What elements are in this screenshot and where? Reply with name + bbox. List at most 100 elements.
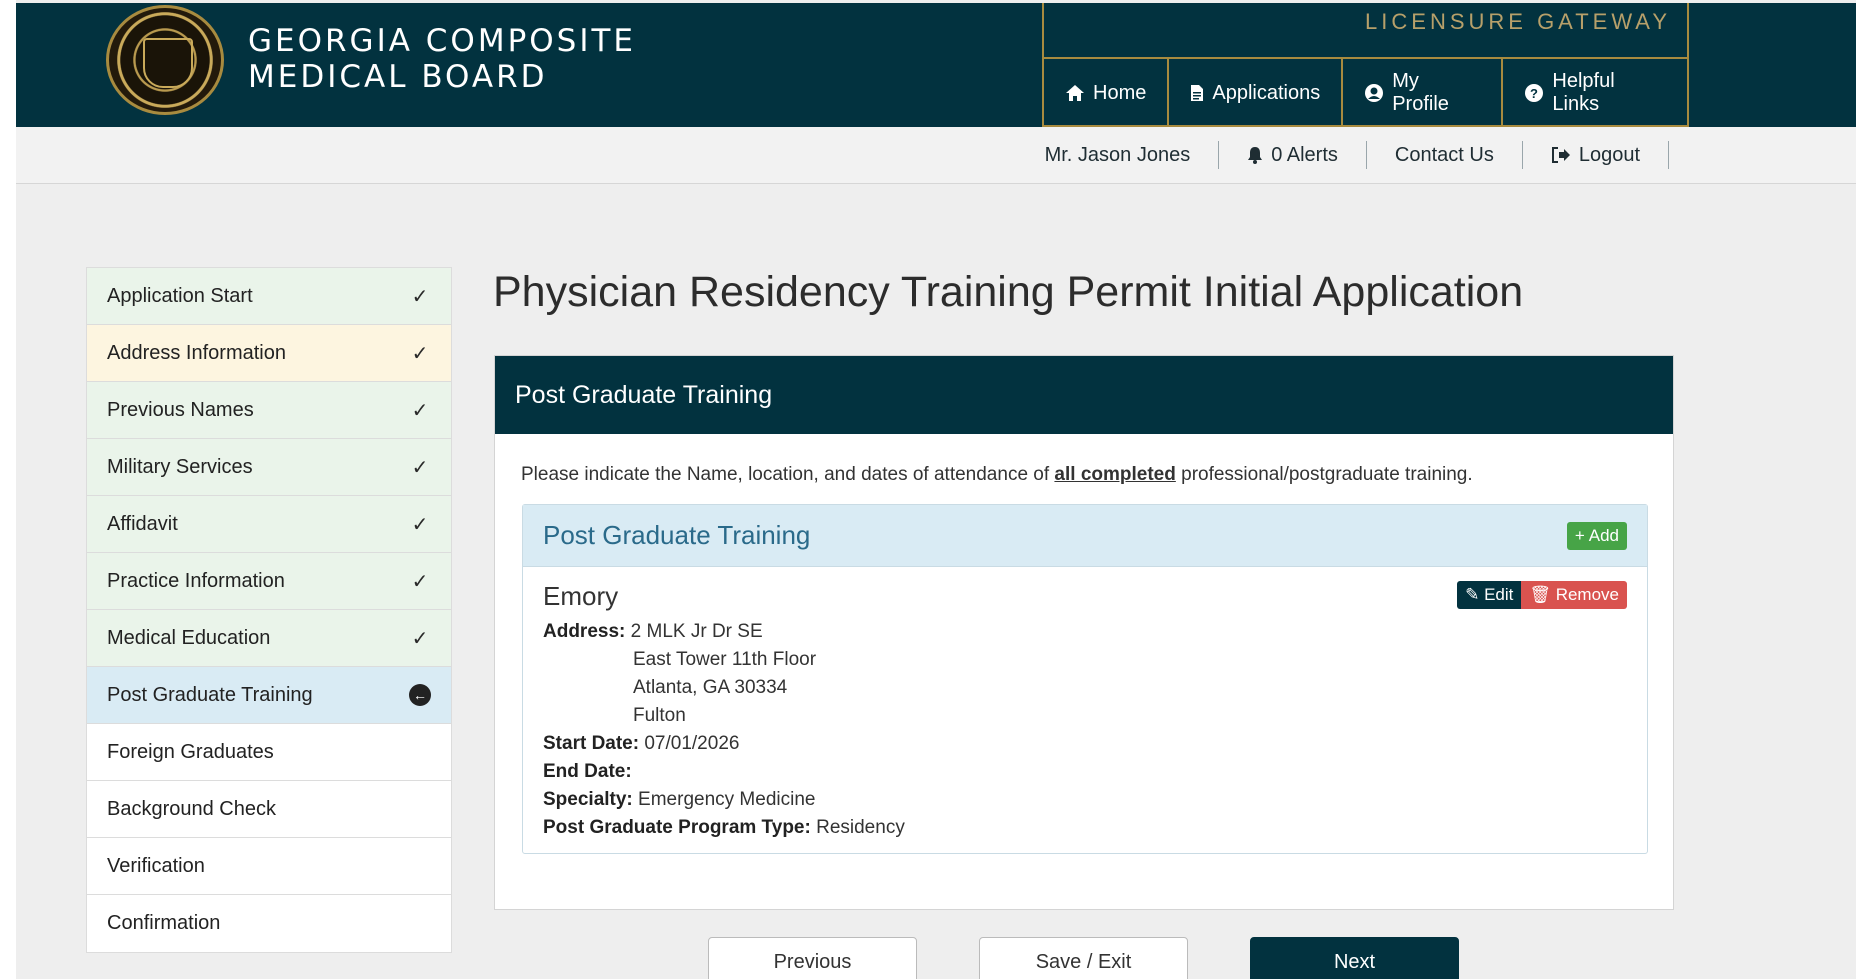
start-date-value: 07/01/2026: [644, 733, 740, 754]
alerts-link[interactable]: 0 Alerts: [1219, 141, 1367, 169]
step-label: Foreign Graduates: [107, 740, 274, 763]
main-nav: Home Applications My Profile ? Helpful L…: [1044, 57, 1687, 127]
brand-title[interactable]: GEORGIA COMPOSITE MEDICAL BOARD: [248, 23, 636, 95]
nav-helpful-links[interactable]: ? Helpful Links: [1503, 59, 1687, 127]
step-label: Post Graduate Training: [107, 683, 313, 706]
step-verification[interactable]: Verification: [87, 838, 451, 895]
checkmark-icon: ✓: [411, 456, 429, 479]
nav-my-profile-label: My Profile: [1392, 70, 1449, 115]
brand-line-2: MEDICAL BOARD: [248, 59, 548, 95]
arrow-left-circle-icon: ←: [409, 684, 431, 706]
program-type-value: Residency: [816, 817, 905, 838]
start-date-label: Start Date:: [543, 733, 640, 754]
application-steps-sidebar: Application Start ✓ Address Information …: [86, 267, 452, 953]
step-post-graduate-training[interactable]: Post Graduate Training ←: [87, 667, 451, 724]
save-exit-button[interactable]: Save / Exit: [979, 937, 1188, 979]
step-label: Address Information: [107, 341, 286, 364]
svg-text:?: ?: [1530, 86, 1538, 101]
address-label: Address:: [543, 621, 626, 642]
specialty-label: Specialty:: [543, 789, 633, 810]
step-label: Affidavit: [107, 512, 178, 535]
step-label: Practice Information: [107, 569, 285, 592]
site-header: GEORGIA COMPOSITE MEDICAL BOARD LICENSUR…: [16, 3, 1856, 127]
step-label: Verification: [107, 854, 205, 877]
gateway-nav-box: LICENSURE GATEWAY Home Applications My P…: [1042, 3, 1689, 127]
step-affidavit[interactable]: Affidavit ✓: [87, 496, 451, 553]
page-title: Physician Residency Training Permit Init…: [493, 268, 1524, 316]
user-circle-icon: [1364, 83, 1384, 103]
address-line-4: Fulton: [633, 705, 686, 726]
card-title: Post Graduate Training: [543, 520, 811, 550]
training-card: Post Graduate Training + Add Emory ✎ Edi…: [522, 504, 1648, 854]
card-header: Post Graduate Training + Add: [523, 505, 1647, 567]
checkmark-icon: ✓: [411, 570, 429, 593]
nav-applications[interactable]: Applications: [1169, 59, 1344, 127]
checkmark-icon: ✓: [411, 399, 429, 422]
contact-us-link[interactable]: Contact Us: [1367, 141, 1523, 169]
panel-header: Post Graduate Training: [495, 356, 1673, 434]
next-button[interactable]: Next: [1250, 937, 1459, 979]
specialty-value: Emergency Medicine: [638, 789, 816, 810]
step-label: Military Services: [107, 455, 253, 478]
step-address-information[interactable]: Address Information ✓: [87, 325, 451, 382]
step-military-services[interactable]: Military Services ✓: [87, 439, 451, 496]
remove-button[interactable]: 🗑 Remove: [1521, 581, 1627, 609]
logout-icon: [1551, 146, 1571, 164]
step-medical-education[interactable]: Medical Education ✓: [87, 610, 451, 667]
logout-label: Logout: [1578, 144, 1640, 166]
step-previous-names[interactable]: Previous Names ✓: [87, 382, 451, 439]
question-circle-icon: ?: [1524, 83, 1544, 103]
logout-link[interactable]: Logout: [1523, 141, 1669, 169]
user-name-link[interactable]: Mr. Jason Jones: [1045, 141, 1220, 169]
nav-home-label: Home: [1093, 81, 1147, 104]
address-row: Address: 2 MLK Jr Dr SE: [543, 618, 1627, 646]
checkmark-icon: ✓: [411, 285, 429, 308]
address-line-1: 2 MLK Jr Dr SE: [630, 621, 763, 642]
brand-line-1: GEORGIA COMPOSITE: [248, 23, 637, 59]
plus-icon: +: [1574, 525, 1585, 545]
step-label: Previous Names: [107, 398, 254, 421]
step-application-start[interactable]: Application Start ✓: [87, 268, 451, 325]
form-navigation: Previous Save / Exit Next: [708, 937, 1459, 979]
bell-icon: [1247, 146, 1263, 164]
nav-applications-label: Applications: [1212, 81, 1321, 104]
alerts-label: 0 Alerts: [1271, 144, 1338, 166]
home-icon: [1065, 84, 1085, 102]
address-line-3: Atlanta, GA 30334: [633, 677, 788, 698]
checkmark-icon: ✓: [411, 627, 429, 650]
end-date-row: End Date:: [543, 758, 1627, 786]
user-subbar: Mr. Jason Jones 0 Alerts Contact Us Logo…: [16, 127, 1856, 184]
start-date-row: Start Date: 07/01/2026: [543, 730, 1627, 758]
remove-label: Remove: [1555, 585, 1619, 604]
user-subnav: Mr. Jason Jones 0 Alerts Contact Us Logo…: [1045, 141, 1669, 169]
specialty-row: Specialty: Emergency Medicine: [543, 786, 1627, 814]
program-type-label: Post Graduate Program Type:: [543, 817, 811, 838]
program-type-row: Post Graduate Program Type: Residency: [543, 814, 1627, 842]
entry-actions: ✎ Edit 🗑 Remove: [1457, 581, 1627, 609]
add-label: Add: [1588, 525, 1619, 545]
edit-button[interactable]: ✎ Edit: [1457, 581, 1522, 609]
edit-label: Edit: [1484, 585, 1514, 604]
intro-text-end: professional/postgraduate training.: [1175, 464, 1473, 485]
nav-home[interactable]: Home: [1044, 59, 1170, 127]
step-label: Confirmation: [107, 912, 221, 934]
trash-icon: 🗑: [1529, 585, 1551, 604]
step-label: Background Check: [107, 797, 276, 820]
step-label: Medical Education: [107, 626, 271, 649]
nav-my-profile[interactable]: My Profile: [1343, 59, 1504, 127]
intro-text: Please indicate the Name, location, and …: [521, 464, 1055, 485]
instructions-text: Please indicate the Name, location, and …: [521, 464, 1473, 486]
add-training-button[interactable]: + Add: [1566, 521, 1627, 550]
pencil-icon: ✎: [1465, 585, 1480, 604]
step-background-check[interactable]: Background Check: [87, 781, 451, 838]
step-confirmation[interactable]: Confirmation: [87, 895, 451, 952]
training-entry: Emory ✎ Edit 🗑 Remove Address: 2 MLK Jr …: [523, 567, 1647, 856]
checkmark-icon: ✓: [411, 342, 429, 365]
previous-button[interactable]: Previous: [708, 937, 917, 979]
step-foreign-graduates[interactable]: Foreign Graduates: [87, 724, 451, 781]
document-icon: [1190, 84, 1204, 102]
state-seal-logo: [106, 5, 224, 115]
address-line-2: East Tower 11th Floor: [633, 649, 817, 670]
gateway-title: LICENSURE GATEWAY: [1365, 9, 1671, 34]
step-practice-information[interactable]: Practice Information ✓: [87, 553, 451, 610]
